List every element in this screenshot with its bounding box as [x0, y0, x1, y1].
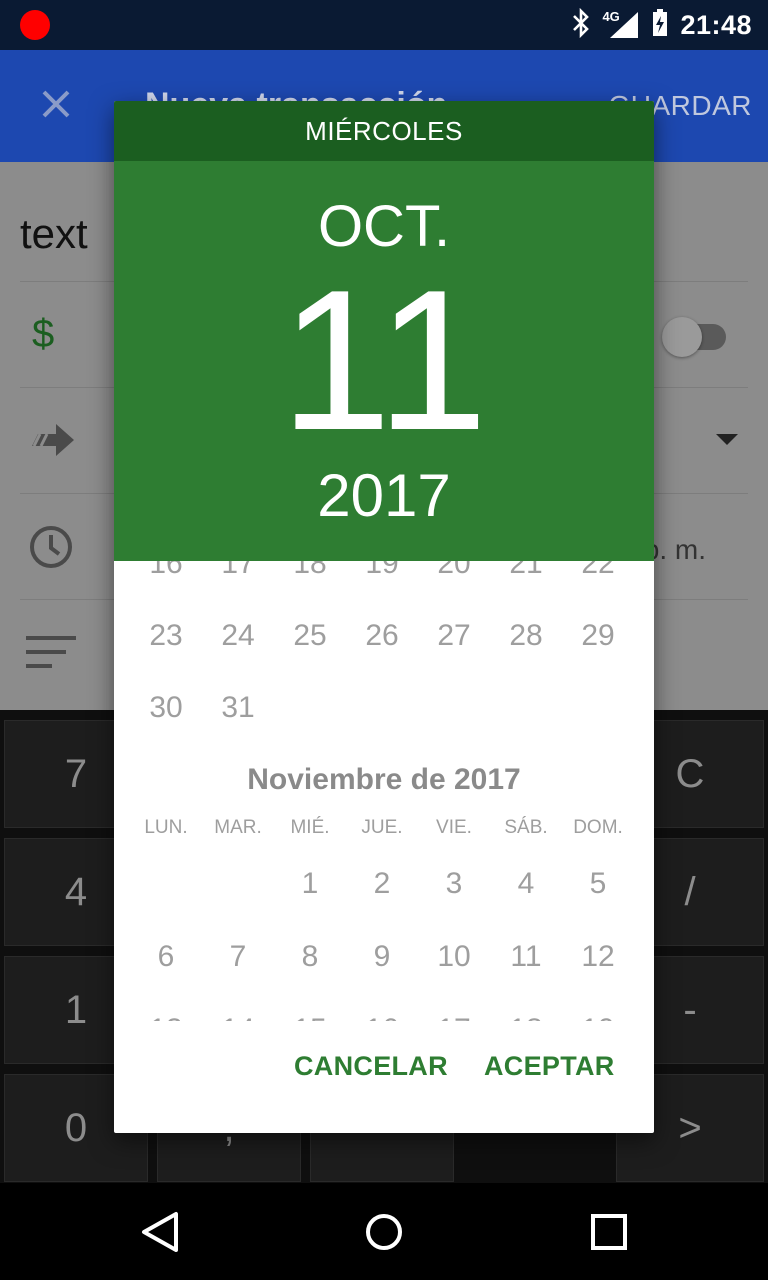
weekday-header: DOM.: [573, 817, 623, 838]
calendar-day[interactable]: 27: [418, 619, 490, 653]
dialog-actions: CANCELAR ACEPTAR: [114, 1021, 654, 1133]
calendar-day[interactable]: 22: [562, 561, 634, 581]
calendar-day[interactable]: 12: [562, 940, 634, 974]
calendar-day[interactable]: 4: [490, 867, 562, 901]
calendar-day[interactable]: 20: [418, 561, 490, 581]
date-picker-dialog: MIÉRCOLES OCT. 11 2017 Noviembre de 2017…: [114, 101, 654, 1133]
calendar-day[interactable]: 11: [490, 940, 562, 974]
calendar-day[interactable]: 26: [346, 619, 418, 653]
calendar-day[interactable]: 3: [418, 867, 490, 901]
calendar-day[interactable]: 25: [274, 619, 346, 653]
back-icon[interactable]: [138, 1209, 184, 1255]
calendar-day[interactable]: 10: [418, 940, 490, 974]
weekday-header: LUN.: [144, 817, 188, 838]
weekday-header: MAR.: [214, 817, 262, 838]
calendar-day[interactable]: 17: [418, 1013, 490, 1021]
weekday-header: MIÉ.: [290, 817, 330, 838]
calendar-day[interactable]: 9: [346, 940, 418, 974]
bluetooth-icon: [570, 7, 592, 43]
calendar-day[interactable]: 15: [274, 1013, 346, 1021]
battery-charging-icon: [650, 8, 670, 43]
calendar-day[interactable]: 29: [562, 619, 634, 653]
month-title: Noviembre de 2017: [247, 763, 521, 796]
calendar-day[interactable]: 16: [346, 1013, 418, 1021]
recording-indicator-icon: [20, 10, 50, 40]
calendar-day[interactable]: 2: [346, 867, 418, 901]
year-label[interactable]: 2017: [114, 461, 654, 530]
home-icon[interactable]: [361, 1209, 407, 1255]
calendar-day[interactable]: 7: [202, 940, 274, 974]
accept-button[interactable]: ACEPTAR: [484, 1051, 615, 1082]
calendar-day[interactable]: 18: [490, 1013, 562, 1021]
close-icon[interactable]: [36, 84, 76, 124]
calendar-day[interactable]: 28: [490, 619, 562, 653]
calendar-scroll-area[interactable]: Noviembre de 2017 16 17 18 19 20 21 22 23 24 25 26…: [114, 561, 654, 1021]
clock: 21:48: [680, 9, 752, 40]
calendar-day[interactable]: 31: [202, 691, 274, 725]
navigation-bar: [0, 1183, 768, 1280]
status-icons: 4G 21:48: [570, 0, 752, 50]
calendar-day[interactable]: 5: [562, 867, 634, 901]
calendar-day[interactable]: 19: [562, 1013, 634, 1021]
date-header: OCT. 11 2017: [114, 161, 654, 561]
cancel-button[interactable]: CANCELAR: [294, 1051, 448, 1082]
recents-icon[interactable]: [586, 1209, 632, 1255]
status-bar: 4G 21:48: [0, 0, 768, 50]
calendar-day[interactable]: 13: [130, 1013, 202, 1021]
chevron-down-icon[interactable]: [716, 434, 738, 445]
calendar-day[interactable]: 14: [202, 1013, 274, 1021]
calendar-day[interactable]: 23: [130, 619, 202, 653]
calendar-day[interactable]: 1: [274, 867, 346, 901]
signal-4g-icon: 4G: [602, 9, 640, 40]
calendar-day[interactable]: 8: [274, 940, 346, 974]
calendar-day[interactable]: 30: [130, 691, 202, 725]
network-type-label: 4G: [602, 9, 620, 24]
calendar-day[interactable]: 16: [130, 561, 202, 581]
day-of-week-label: MIÉRCOLES: [114, 101, 654, 161]
calendar-day[interactable]: 18: [274, 561, 346, 581]
calendar-day[interactable]: 6: [130, 940, 202, 974]
weekday-header: VIE.: [436, 817, 472, 838]
calendar-day[interactable]: 19: [346, 561, 418, 581]
calendar-day[interactable]: 17: [202, 561, 274, 581]
calendar-day[interactable]: 24: [202, 619, 274, 653]
weekday-header: SÁB.: [504, 817, 548, 838]
notes-icon: [26, 634, 78, 675]
calendar-day[interactable]: 21: [490, 561, 562, 581]
day-label[interactable]: 11: [114, 261, 654, 461]
toggle-thumb[interactable]: [662, 317, 702, 357]
weekday-header: JUE.: [361, 817, 403, 838]
